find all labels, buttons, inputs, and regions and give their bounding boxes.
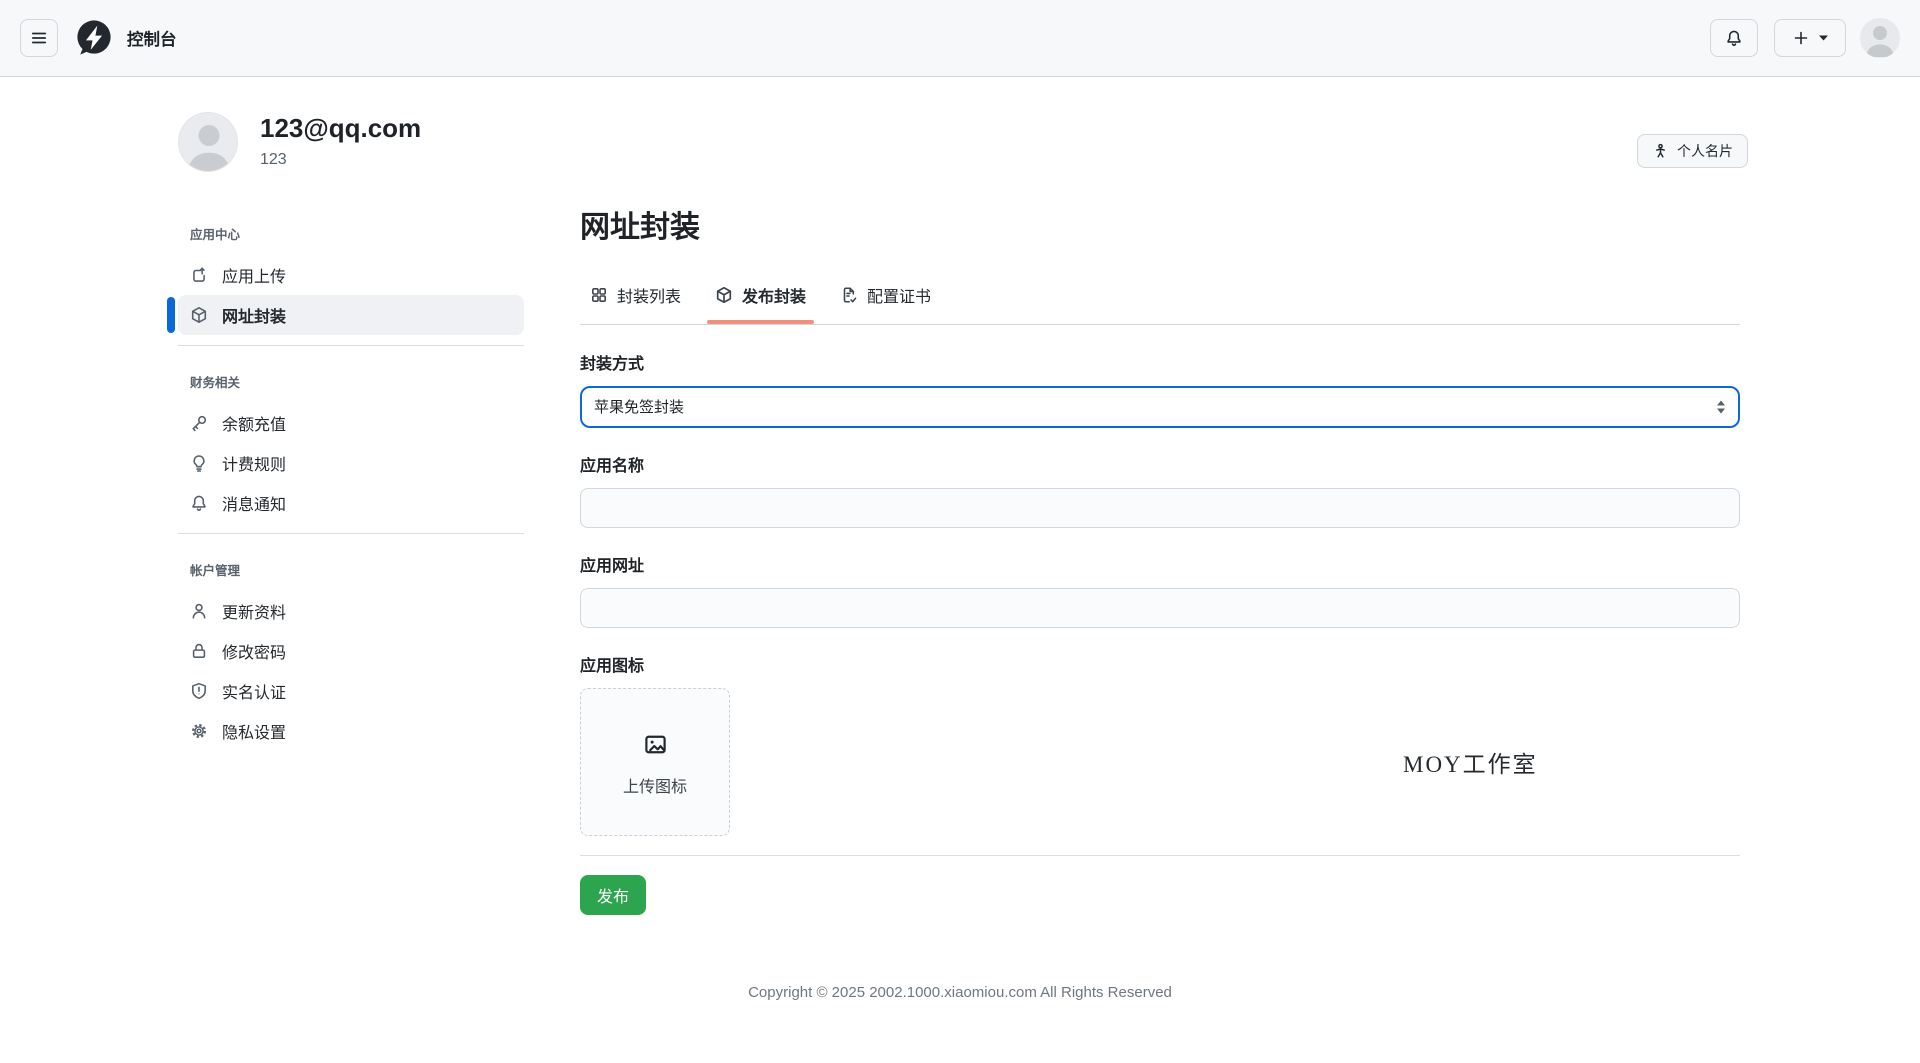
logo-bolt-icon bbox=[77, 20, 111, 55]
top-header: 控制台 bbox=[0, 0, 1920, 77]
form-divider bbox=[580, 855, 1740, 856]
sidebar-item-privacy-settings[interactable]: 隐私设置 bbox=[178, 711, 524, 751]
tab-configure-certificate[interactable]: 配置证书 bbox=[830, 271, 941, 324]
sidebar-item-update-profile[interactable]: 更新资料 bbox=[178, 591, 524, 631]
tab-label: 配置证书 bbox=[867, 289, 932, 306]
tab-publish-package[interactable]: 发布封装 bbox=[705, 271, 816, 324]
sidebar-item-label: 应用上传 bbox=[222, 269, 287, 286]
sidebar-divider bbox=[178, 533, 524, 534]
profile-username: 123 bbox=[260, 150, 287, 168]
icon-upload-dropzone[interactable]: 上传图标 bbox=[580, 688, 730, 836]
tab-label: 发布封装 bbox=[742, 289, 807, 306]
shield-icon bbox=[192, 682, 206, 700]
header-title: 控制台 bbox=[127, 31, 177, 49]
gear-icon bbox=[192, 724, 206, 738]
package-method-select-wrap: 苹果免签封装 bbox=[580, 386, 1740, 428]
package-method-select[interactable]: 苹果免签封装 bbox=[580, 386, 1740, 428]
hamburger-menu-button[interactable] bbox=[20, 19, 58, 57]
sidebar-item-label: 消息通知 bbox=[222, 497, 287, 514]
grid-icon bbox=[592, 288, 606, 302]
personal-card-button[interactable]: 个人名片 bbox=[1637, 134, 1748, 168]
sidebar-item-notifications[interactable]: 消息通知 bbox=[178, 483, 524, 523]
hamburger-icon bbox=[31, 32, 47, 44]
sidebar-section-heading: 财务相关 bbox=[190, 376, 241, 390]
sidebar-section-heading: 帐户管理 bbox=[190, 564, 241, 578]
tab-label: 封装列表 bbox=[617, 289, 682, 306]
publish-button[interactable]: 发布 bbox=[580, 875, 647, 915]
sidebar-item-label: 余额充值 bbox=[222, 417, 287, 434]
sidebar-item-url-package[interactable]: 网址封装 bbox=[167, 295, 524, 335]
bell-icon bbox=[192, 495, 206, 511]
app-logo[interactable] bbox=[75, 19, 113, 57]
sidebar-divider bbox=[178, 345, 524, 346]
upload-icon-text: 上传图标 bbox=[622, 779, 687, 796]
header-avatar[interactable] bbox=[1860, 18, 1900, 58]
app-name-input[interactable] bbox=[580, 488, 1740, 528]
person-figure-icon bbox=[1656, 143, 1665, 157]
person-icon bbox=[192, 603, 206, 619]
app-icon-label: 应用图标 bbox=[580, 658, 645, 675]
package-icon bbox=[191, 307, 207, 323]
sidebar-item-app-upload[interactable]: 应用上传 bbox=[178, 255, 524, 295]
sidebar-section-heading: 应用中心 bbox=[190, 228, 241, 242]
caret-down-icon bbox=[1818, 35, 1828, 41]
app-url-input[interactable] bbox=[580, 588, 1740, 628]
page-title: 网址封装 bbox=[580, 211, 700, 244]
tab-bar: 封装列表 发布封装 配置证书 bbox=[580, 271, 1740, 325]
image-icon bbox=[644, 735, 666, 754]
sidebar-item-label: 更新资料 bbox=[222, 605, 287, 622]
tab-package-list[interactable]: 封装列表 bbox=[580, 271, 691, 324]
notifications-button[interactable] bbox=[1710, 19, 1758, 57]
sidebar-item-billing-rules[interactable]: 计费规则 bbox=[178, 443, 524, 483]
sidebar-item-real-name-verify[interactable]: 实名认证 bbox=[178, 671, 524, 711]
file-check-icon bbox=[843, 287, 857, 303]
main-content: 网址封装 封装列表 发布封装 配置证书 封装方式 苹果免签封装 应用名称 应用网… bbox=[580, 207, 1740, 915]
lightbulb-icon bbox=[193, 455, 205, 472]
avatar-silhouette-icon bbox=[179, 113, 237, 171]
personal-card-label: 个人名片 bbox=[1677, 143, 1733, 159]
studio-watermark: MOY工作室 bbox=[1403, 752, 1538, 777]
sidebar-nav: 应用中心 应用上传 网址封装 财务相关 余额充值 计费规则 消息通知 帐户管理 … bbox=[167, 224, 524, 751]
key-icon bbox=[192, 415, 207, 432]
sidebar-item-recharge[interactable]: 余额充值 bbox=[178, 403, 524, 443]
bell-icon bbox=[1727, 30, 1741, 46]
package-method-label: 封装方式 bbox=[580, 356, 645, 373]
sidebar-item-change-password[interactable]: 修改密码 bbox=[178, 631, 524, 671]
profile-email: 123@qq.com bbox=[260, 113, 422, 143]
sidebar-item-label: 实名认证 bbox=[222, 685, 287, 702]
profile-text: 123@qq.com 123 bbox=[260, 112, 421, 169]
sidebar-item-label: 网址封装 bbox=[222, 309, 287, 326]
sidebar-item-label: 计费规则 bbox=[222, 457, 287, 474]
sidebar-item-label: 隐私设置 bbox=[222, 725, 287, 742]
lock-icon bbox=[192, 643, 206, 658]
app-url-label: 应用网址 bbox=[580, 558, 645, 575]
plus-icon bbox=[1794, 31, 1807, 45]
user-profile: 123@qq.com 123 bbox=[178, 112, 421, 172]
profile-avatar[interactable] bbox=[178, 112, 238, 172]
app-name-label: 应用名称 bbox=[580, 458, 645, 475]
avatar-silhouette-icon bbox=[1860, 18, 1900, 58]
package-icon bbox=[716, 286, 732, 304]
create-new-button[interactable] bbox=[1774, 19, 1846, 57]
sidebar-item-label: 修改密码 bbox=[222, 645, 287, 662]
footer-copyright: Copyright © 2025 2002.1000.xiaomiou.com … bbox=[748, 984, 1172, 1001]
upload-icon bbox=[193, 267, 205, 282]
